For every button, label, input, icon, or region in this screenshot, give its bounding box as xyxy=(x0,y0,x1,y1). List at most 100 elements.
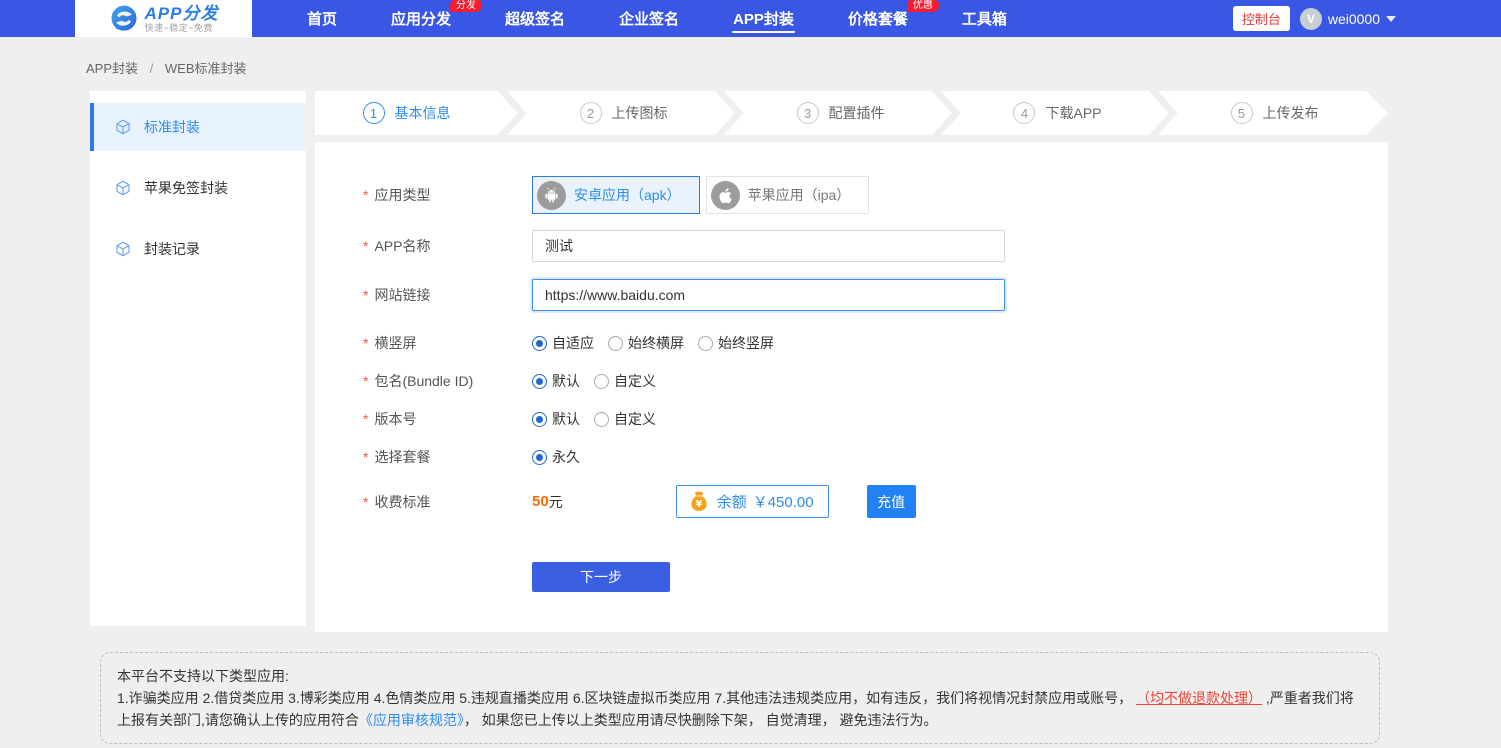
sidebar-item-standard-packaging[interactable]: 标准封装 xyxy=(90,103,306,151)
radio-icon xyxy=(594,412,609,427)
nav-item-label: 价格套餐 xyxy=(848,8,908,29)
android-icon xyxy=(537,181,566,210)
package-radio-permanent[interactable]: 永久 xyxy=(532,447,580,467)
disclaimer-text: ， 如果您已上传以上类型应用请尽快删除下架， 自觉清理， 避免违法行为。 xyxy=(464,712,938,728)
step-label: 配置插件 xyxy=(829,103,885,123)
disclaimer-text: 1.诈骗类应用 2.借贷类应用 3.博彩类应用 4.色情类应用 5.违规直播类应… xyxy=(117,690,1136,706)
radio-icon xyxy=(532,374,547,389)
balance-box: ¥ 余额 ￥450.00 xyxy=(676,485,829,518)
bundle-id-radio-custom[interactable]: 自定义 xyxy=(594,371,656,391)
console-button[interactable]: 控制台 xyxy=(1233,6,1290,31)
app-name-input[interactable] xyxy=(532,230,1005,262)
app-type-label: 安卓应用（apk） xyxy=(574,185,681,205)
orientation-radio-adaptive[interactable]: 自适应 xyxy=(532,333,594,353)
required-mark: * xyxy=(363,411,368,427)
field-label-text: 收费标准 xyxy=(374,494,430,510)
radio-label: 默认 xyxy=(552,409,580,429)
field-label: * 应用类型 xyxy=(363,185,532,205)
radio-icon xyxy=(608,336,623,351)
navbar-right: 控制台 V wei0000 xyxy=(1233,6,1396,31)
breadcrumb-separator: / xyxy=(150,61,154,76)
step-wizard: 1 基本信息 2 上传图标 3 配置插件 4 下载APP 5 上传发布 xyxy=(315,91,1388,135)
logo-title: APP分发 xyxy=(145,5,219,22)
chevron-down-icon xyxy=(1386,16,1396,22)
wizard-step-upload-publish: 5 上传发布 xyxy=(1183,91,1366,135)
nav-item-app-distribution[interactable]: 应用分发 分发 xyxy=(364,0,478,37)
step-label: 下载APP xyxy=(1045,103,1101,123)
version-radio-default[interactable]: 默认 xyxy=(532,409,580,429)
orientation-radio-landscape[interactable]: 始终横屏 xyxy=(608,333,684,353)
bundle-id-radio-default[interactable]: 默认 xyxy=(532,371,580,391)
wizard-step-basic-info: 1 基本信息 xyxy=(315,91,498,135)
required-mark: * xyxy=(363,187,368,203)
price-row: *收费标准 50 元 ¥ 余额 ￥450.00 充值 xyxy=(363,485,1348,518)
cube-icon xyxy=(114,240,132,258)
nav-item-label: 企业签名 xyxy=(619,8,679,29)
wizard-chevron-divider xyxy=(498,91,532,135)
step-number: 3 xyxy=(797,102,819,124)
nav-item-pricing[interactable]: 价格套餐 优惠 xyxy=(821,0,935,37)
website-url-row: *网站链接 xyxy=(363,279,1348,311)
breadcrumb: APP封装 / WEB标准封装 xyxy=(0,37,1501,91)
sidebar: 标准封装 苹果免签封装 封装记录 xyxy=(90,91,306,626)
field-label-text: 横竖屏 xyxy=(374,335,416,351)
field-label: *包名(Bundle ID) xyxy=(363,371,532,391)
disclaimer-box: 本平台不支持以下类型应用: 1.诈骗类应用 2.借贷类应用 3.博彩类应用 4.… xyxy=(100,652,1380,744)
version-row: * 版本号 默认 自定义 xyxy=(363,409,1348,429)
review-rules-link[interactable]: 《应用审核规范》 xyxy=(359,712,464,728)
app-logo[interactable]: APP分发 快速~稳定~免费 xyxy=(75,0,252,37)
step-label: 基本信息 xyxy=(395,103,451,123)
bundle-id-row: *包名(Bundle ID) 默认 自定义 xyxy=(363,371,1348,391)
nav-item-enterprise-signature[interactable]: 企业签名 xyxy=(592,0,706,37)
sidebar-item-packaging-records[interactable]: 封装记录 xyxy=(90,225,306,273)
field-label-text: 选择套餐 xyxy=(374,449,430,465)
moneybag-icon: ¥ xyxy=(687,490,711,514)
radio-label: 始终横屏 xyxy=(628,333,684,353)
wizard-chevron-divider xyxy=(715,91,749,135)
website-url-input[interactable] xyxy=(532,279,1005,311)
app-name-row: *APP名称 xyxy=(363,230,1348,262)
orientation-radio-portrait[interactable]: 始终竖屏 xyxy=(698,333,774,353)
user-menu[interactable]: V wei0000 xyxy=(1300,8,1396,30)
price-unit: 元 xyxy=(549,492,563,512)
field-label-text: 包名(Bundle ID) xyxy=(374,373,473,389)
app-type-label: 苹果应用（ipa） xyxy=(748,185,851,205)
step-number: 2 xyxy=(580,102,602,124)
app-type-ios-button[interactable]: 苹果应用（ipa） xyxy=(706,176,870,214)
package-row: *选择套餐 永久 xyxy=(363,447,1348,467)
field-label-text: 应用类型 xyxy=(374,187,430,203)
wizard-step-upload-icon: 2 上传图标 xyxy=(532,91,715,135)
no-refund-note: （均不做退款处理） xyxy=(1136,690,1262,706)
radio-label: 自定义 xyxy=(614,371,656,391)
nav-item-home[interactable]: 首页 xyxy=(280,0,364,37)
breadcrumb-web-standard[interactable]: WEB标准封装 xyxy=(165,61,247,76)
sidebar-item-apple-signfree-packaging[interactable]: 苹果免签封装 xyxy=(90,164,306,212)
nav-item-label: 工具箱 xyxy=(962,8,1007,29)
version-radio-custom[interactable]: 自定义 xyxy=(594,409,656,429)
step-number: 1 xyxy=(363,102,385,124)
step-label: 上传发布 xyxy=(1263,103,1319,123)
field-label: *选择套餐 xyxy=(363,447,532,467)
field-label-text: 版本号 xyxy=(374,411,416,427)
next-step-button[interactable]: 下一步 xyxy=(532,562,670,592)
radio-icon xyxy=(594,374,609,389)
radio-label: 始终竖屏 xyxy=(718,333,774,353)
app-type-android-button[interactable]: 安卓应用（apk） xyxy=(532,176,700,214)
required-mark: * xyxy=(363,238,368,254)
sidebar-item-label: 封装记录 xyxy=(144,239,200,259)
nav-item-super-signature[interactable]: 超级签名 xyxy=(478,0,592,37)
sidebar-item-label: 标准封装 xyxy=(144,117,200,137)
step-number: 5 xyxy=(1231,102,1253,124)
wizard-step-download-app: 4 下载APP xyxy=(966,91,1149,135)
apple-icon xyxy=(711,181,740,210)
balance-label: 余额 xyxy=(717,491,747,512)
main-panel: 1 基本信息 2 上传图标 3 配置插件 4 下载APP 5 上传发布 xyxy=(315,91,1388,632)
recharge-button[interactable]: 充值 xyxy=(867,485,916,518)
nav-item-toolbox[interactable]: 工具箱 xyxy=(935,0,1034,37)
radio-label: 自适应 xyxy=(552,333,594,353)
sidebar-item-label: 苹果免签封装 xyxy=(144,178,228,198)
content-area: 标准封装 苹果免签封装 封装记录 1 基本信息 2 上传图标 xyxy=(0,91,1501,632)
nav-item-app-packaging[interactable]: APP封装 xyxy=(706,0,821,37)
breadcrumb-app-packaging[interactable]: APP封装 xyxy=(86,61,138,76)
wizard-arrow-tip xyxy=(1366,91,1388,135)
